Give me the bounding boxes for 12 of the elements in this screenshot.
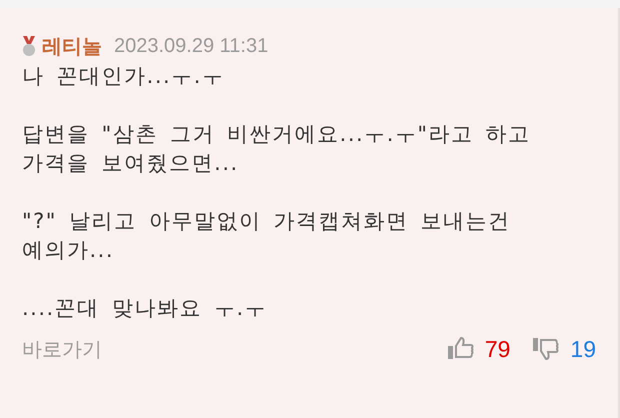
comment-text: 나 꼰대인가...ㅜ.ㅜ bbox=[22, 63, 226, 90]
shortcut-link[interactable]: 바로가기 bbox=[22, 336, 102, 362]
comment-text: "?" 날리고 아무말없이 가격캡쳐화면 보내는건 예의가... bbox=[22, 208, 512, 264]
medal-icon bbox=[22, 35, 36, 57]
comment-text: ....꼰대 맞나봐요 ㅜ.ㅜ bbox=[22, 295, 268, 322]
comment-text: 답변을 "삼촌 그거 비싼거에요...ㅜ.ㅜ"라고 하고 가격을 보여줬으면... bbox=[22, 121, 532, 177]
comment-date: 2023.09.29 11:31 bbox=[114, 34, 268, 58]
like-count: 79 bbox=[484, 336, 510, 362]
author-name[interactable]: 레티놀 bbox=[42, 32, 102, 60]
thumbs-down-icon[interactable] bbox=[532, 335, 560, 363]
dislike-count: 19 bbox=[570, 336, 596, 362]
thumbs-up-icon[interactable] bbox=[446, 336, 475, 362]
